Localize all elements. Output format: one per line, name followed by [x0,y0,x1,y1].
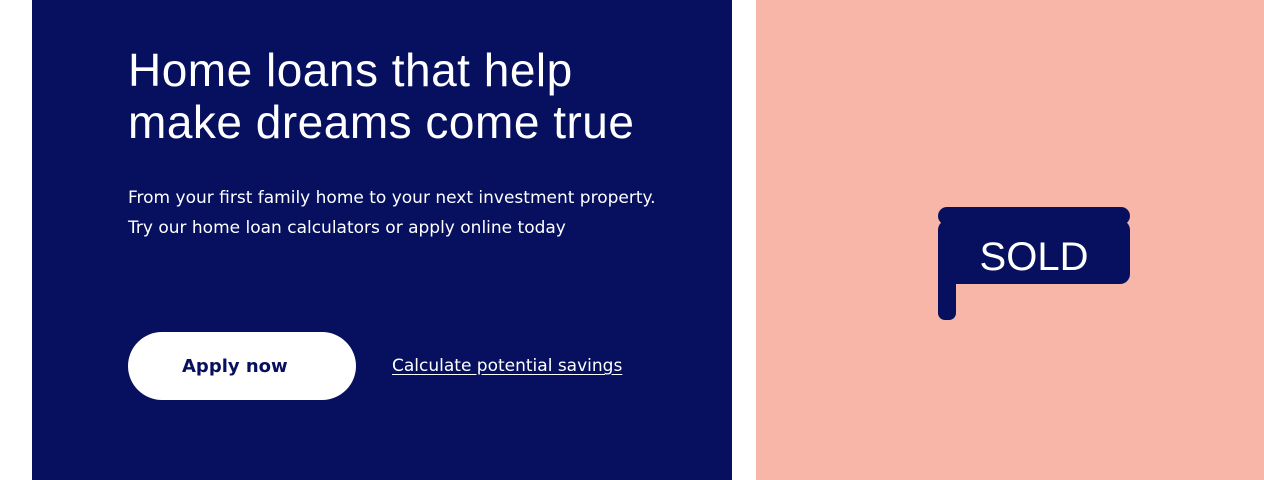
hero-illustration: SOLD [756,0,1264,480]
sold-sign: SOLD [938,207,1130,320]
hero-title: Home loans that help make dreams come tr… [128,44,635,148]
apply-now-label: Apply now [182,355,288,377]
hero-panel: Home loans that help make dreams come tr… [32,0,732,480]
page: Home loans that help make dreams come tr… [0,0,1264,480]
sold-sign-text: SOLD [979,235,1089,279]
apply-now-button[interactable]: Apply now [128,332,356,400]
hero-subtitle: From your first family home to your next… [128,188,656,238]
calculate-savings-link[interactable]: Calculate potential savings [392,353,622,379]
